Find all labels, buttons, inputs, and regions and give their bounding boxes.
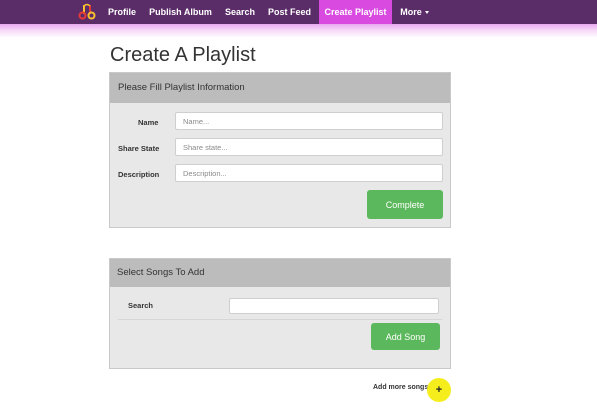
page-title: Create A Playlist — [110, 44, 256, 66]
description-label: Description — [118, 170, 160, 179]
nav-create-playlist[interactable]: Create Playlist — [319, 0, 392, 24]
add-song-button[interactable]: Add Song — [371, 323, 440, 350]
navbar-glow — [0, 24, 597, 38]
search-label: Search — [128, 301, 154, 310]
add-more-songs-text: Add more songs — [373, 384, 429, 391]
search-row-divider — [118, 319, 442, 320]
caret-down-icon — [424, 11, 429, 15]
select-songs-heading: Select Songs To Add — [110, 259, 450, 287]
playlist-info-panel: Please Fill Playlist Information Name Sh… — [109, 72, 451, 228]
share-state-input[interactable] — [175, 138, 443, 156]
music-note-logo-icon[interactable] — [78, 3, 96, 21]
plus-icon: + — [435, 384, 443, 396]
share-state-label: Share State — [118, 144, 160, 153]
name-input[interactable] — [175, 112, 443, 130]
nav-more-label: More — [400, 7, 422, 17]
nav-publish-album[interactable]: Publish Album — [145, 0, 216, 24]
nav-search[interactable]: Search — [220, 0, 260, 24]
top-navbar: Profile Publish Album Search Post Feed C… — [0, 0, 597, 24]
nav-more-dropdown[interactable]: More — [395, 0, 434, 24]
description-input[interactable] — [175, 164, 443, 182]
add-more-songs-button[interactable]: + — [427, 378, 451, 402]
complete-button[interactable]: Complete — [367, 190, 443, 219]
nav-profile[interactable]: Profile — [102, 0, 142, 24]
select-songs-panel: Select Songs To Add Search Add Song — [109, 258, 451, 369]
name-label: Name — [138, 118, 159, 127]
playlist-info-heading: Please Fill Playlist Information — [110, 73, 450, 103]
song-search-input[interactable] — [229, 298, 439, 314]
nav-post-feed[interactable]: Post Feed — [263, 0, 316, 24]
